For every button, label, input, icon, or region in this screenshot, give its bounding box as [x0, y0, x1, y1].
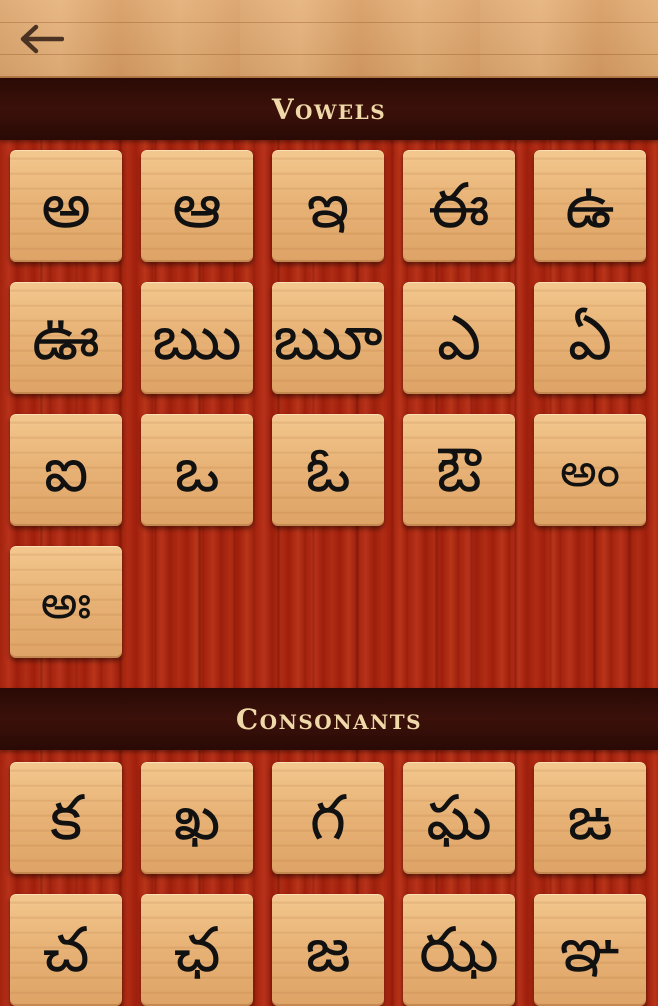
consonant-tile[interactable]: గ	[272, 762, 384, 874]
top-bar	[0, 0, 658, 78]
consonant-letter: గ	[309, 781, 347, 854]
consonant-tile[interactable]: ఙ	[534, 762, 646, 874]
vowel-letter: ఔ	[436, 433, 482, 506]
vowel-tile[interactable]: అః	[10, 546, 122, 658]
vowel-tile[interactable]: ఒ	[141, 414, 253, 526]
vowel-letter: అ	[41, 169, 91, 242]
consonant-letter: ఞ	[559, 913, 621, 986]
vowel-tile[interactable]: ఓ	[272, 414, 384, 526]
consonant-tile[interactable]: క	[10, 762, 122, 874]
consonants-grid: క ఖ గ ఘ ఙ చ ఛ జఝఞ	[10, 762, 650, 1006]
consonant-tile[interactable]: ఖ	[141, 762, 253, 874]
consonant-letter: ఛ	[173, 913, 221, 986]
consonant-letter: జ	[305, 913, 351, 986]
consonants-header: Consonants	[0, 688, 658, 750]
vowel-tile[interactable]: ౠ	[272, 282, 384, 394]
vowel-letter: అః	[40, 575, 92, 629]
vowel-letter: ఈ	[428, 169, 490, 242]
consonant-tile[interactable]: ఞ	[534, 894, 646, 1006]
vowel-tile[interactable]: ఉ	[534, 150, 646, 262]
vowels-title: Vowels	[271, 92, 387, 126]
consonant-tile[interactable]: చ	[10, 894, 122, 1006]
vowel-tile[interactable]: ఋ	[141, 282, 253, 394]
consonant-letter: ఘ	[426, 781, 492, 854]
vowel-tile[interactable]: ఊ	[10, 282, 122, 394]
consonant-letter: చ	[42, 913, 90, 986]
consonant-tile[interactable]: ఘ	[403, 762, 515, 874]
vowel-letter: ఊ	[32, 301, 100, 374]
arrow-left-icon	[20, 24, 64, 54]
vowel-tile[interactable]: ఔ	[403, 414, 515, 526]
consonant-letter: క	[49, 781, 83, 854]
vowel-tile[interactable]: ఈ	[403, 150, 515, 262]
vowel-letter: అం	[559, 443, 621, 497]
consonant-letter: ఖ	[173, 781, 221, 854]
vowel-tile[interactable]: అం	[534, 414, 646, 526]
vowel-letter: ఇ	[306, 169, 350, 242]
vowel-letter: ఎ	[436, 301, 482, 374]
consonant-letter: ఝ	[419, 913, 499, 986]
consonant-letter: ఙ	[567, 781, 613, 854]
vowel-letter: ౠ	[273, 301, 383, 374]
back-button[interactable]	[14, 18, 68, 60]
vowels-header: Vowels	[0, 78, 658, 140]
vowel-letter: ఏ	[567, 301, 613, 374]
consonant-tile[interactable]: ఝ	[403, 894, 515, 1006]
consonant-tile[interactable]: ఛ	[141, 894, 253, 1006]
vowels-grid: అ ఆ ఇ ఈ ఉ ఊ ఋ ౠ ఎ ఏ ఐ ఒ ఓ ఔ అం అః	[10, 150, 650, 658]
vowel-tile[interactable]: ఇ	[272, 150, 384, 262]
vowel-letter: ఉ	[565, 169, 615, 242]
vowel-letter: ఆ	[172, 169, 222, 242]
vowel-tile[interactable]: అ	[10, 150, 122, 262]
vowel-letter: ఐ	[43, 433, 89, 506]
vowel-tile[interactable]: ఏ	[534, 282, 646, 394]
vowel-tile[interactable]: ఆ	[141, 150, 253, 262]
vowel-tile[interactable]: ఎ	[403, 282, 515, 394]
consonants-title: Consonants	[235, 702, 423, 736]
vowel-letter: ఒ	[174, 433, 220, 506]
consonant-tile[interactable]: జ	[272, 894, 384, 1006]
vowel-letter: ఋ	[152, 301, 242, 374]
vowel-letter: ఓ	[305, 433, 351, 506]
vowel-tile[interactable]: ఐ	[10, 414, 122, 526]
